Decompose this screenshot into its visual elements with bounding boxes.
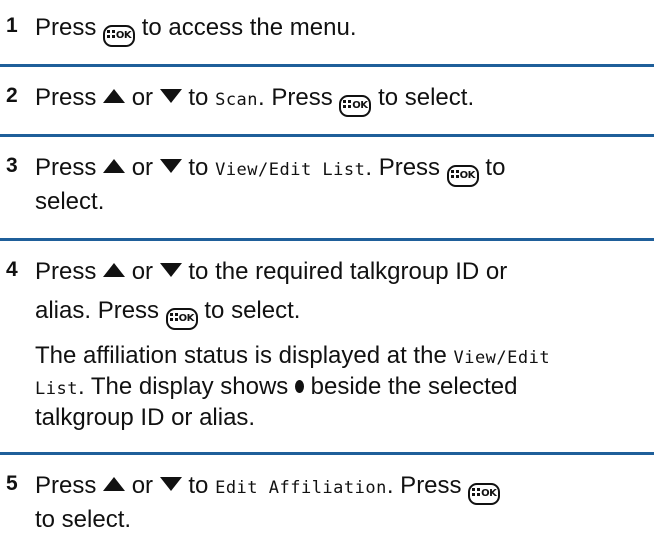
step-text-press: Press xyxy=(35,14,97,41)
divider xyxy=(0,452,654,455)
divider xyxy=(0,64,654,67)
step-text: Press or to the required talkgroup ID or xyxy=(35,258,508,285)
menu-ok-key-icon: OK xyxy=(165,308,198,330)
menu-ok-key-icon: OK xyxy=(468,483,501,505)
down-arrow-icon xyxy=(159,477,182,491)
divider xyxy=(0,134,654,137)
menu-option: View/Edit xyxy=(453,348,551,368)
menu-option: Scan xyxy=(215,90,259,110)
down-arrow-icon xyxy=(159,89,182,103)
step-text: Press or to Edit Affiliation. Press OK xyxy=(35,472,501,505)
menu-ok-key-icon: OK xyxy=(446,165,479,187)
step-note-continued: talkgroup ID or alias. xyxy=(35,404,256,431)
menu-ok-key-icon: OK xyxy=(339,95,372,117)
selected-dot-icon xyxy=(294,380,304,393)
step-text-continued: alias. Press OK to select. xyxy=(35,297,300,330)
step-text-rest: to access the menu. xyxy=(141,14,357,41)
menu-ok-key-icon: OK xyxy=(103,25,136,47)
step-number: 4 xyxy=(6,258,18,281)
step-number: 2 xyxy=(6,84,18,107)
up-arrow-icon xyxy=(103,477,126,491)
divider xyxy=(0,238,654,241)
step-text: Press OK to access the menu. xyxy=(35,14,356,47)
up-arrow-icon xyxy=(103,159,126,173)
step-note: The affiliation status is displayed at t… xyxy=(35,342,551,369)
menu-option: Edit Affiliation xyxy=(215,478,387,498)
menu-option: View/Edit List xyxy=(215,160,366,180)
up-arrow-icon xyxy=(103,263,126,277)
step-text-continued: to select. xyxy=(35,506,132,533)
step-number: 5 xyxy=(6,472,18,495)
menu-option: List xyxy=(35,379,78,399)
step-note-continued: List. The display shows beside the selec… xyxy=(35,373,518,400)
up-arrow-icon xyxy=(103,89,126,103)
step-number: 1 xyxy=(6,14,18,37)
down-arrow-icon xyxy=(159,263,182,277)
step-number: 3 xyxy=(6,154,18,177)
down-arrow-icon xyxy=(159,159,182,173)
step-text-continued: select. xyxy=(35,188,105,215)
step-text: Press or to View/Edit List. Press OK to xyxy=(35,154,505,187)
step-text: Press or to Scan. Press OK to select. xyxy=(35,84,474,117)
